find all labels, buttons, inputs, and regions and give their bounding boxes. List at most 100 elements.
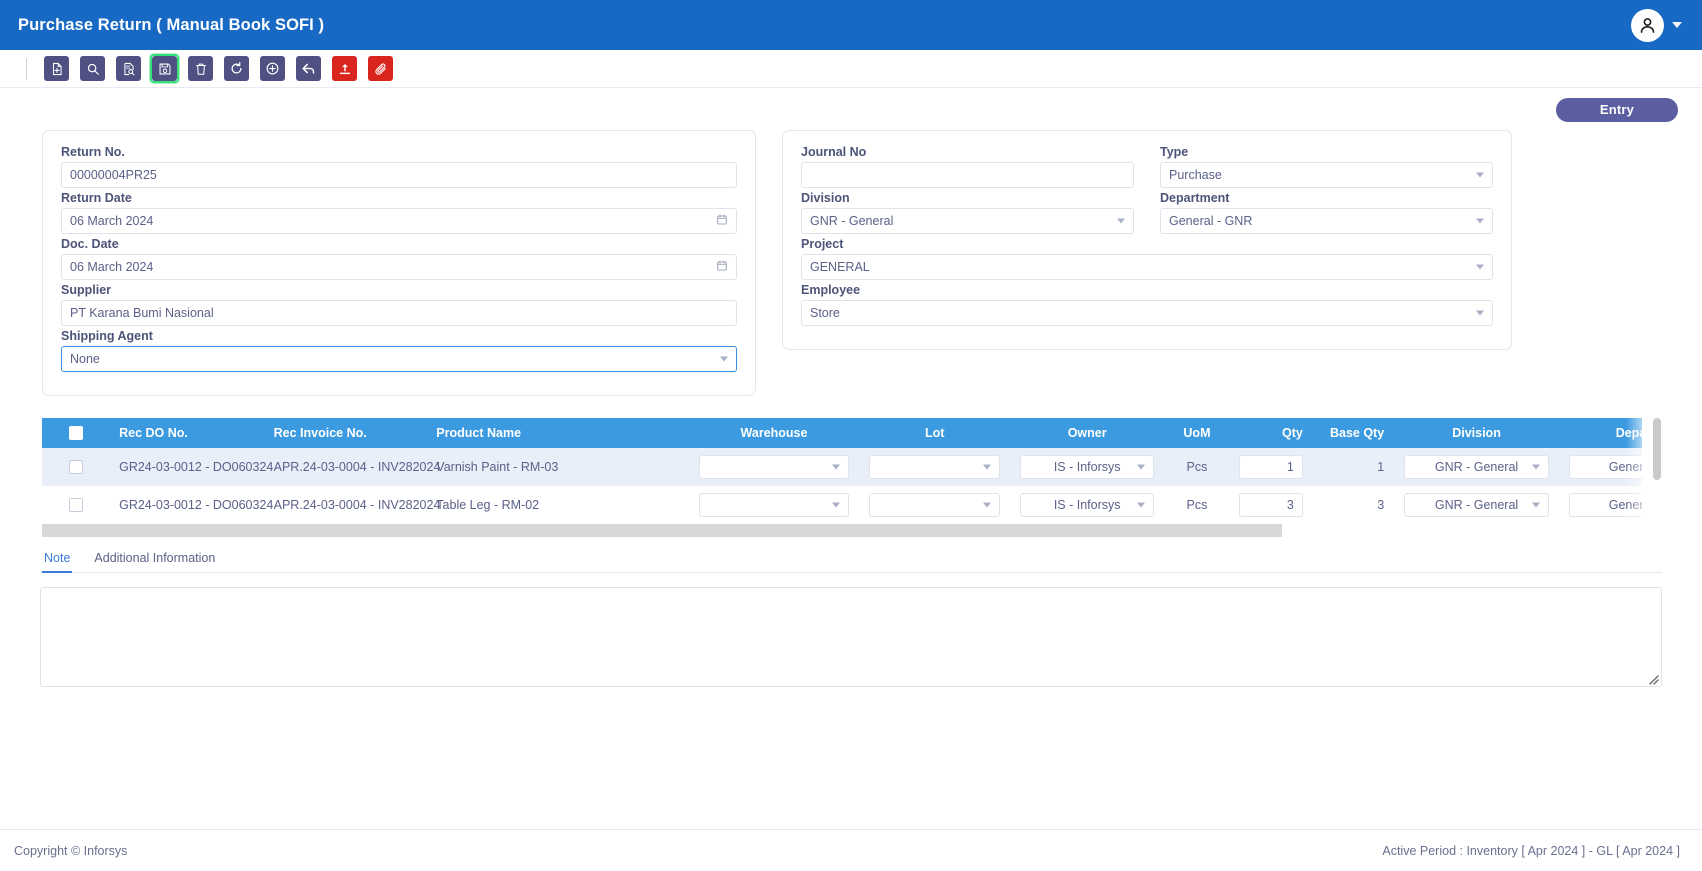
owner-select[interactable]: IS - Inforsys bbox=[1019, 493, 1155, 517]
lot-select[interactable] bbox=[869, 455, 1000, 479]
entry-button[interactable]: Entry bbox=[1556, 98, 1678, 122]
delete-button[interactable] bbox=[188, 56, 213, 81]
chevron-down-icon[interactable] bbox=[1117, 218, 1125, 224]
cell-department: General - GNR bbox=[1558, 448, 1642, 486]
line-items-grid: Rec DO No. Rec Invoice No. Product Name … bbox=[42, 418, 1662, 548]
save-button[interactable] bbox=[152, 56, 177, 81]
header-product-name[interactable]: Product Name bbox=[426, 418, 689, 448]
chevron-down-icon[interactable] bbox=[1531, 464, 1540, 470]
trash-icon bbox=[195, 63, 206, 75]
avatar[interactable] bbox=[1631, 8, 1664, 42]
department-select[interactable]: General - GNR bbox=[1568, 455, 1642, 479]
department-select[interactable]: General - GNR bbox=[1160, 208, 1493, 234]
doc-date-input[interactable]: 06 March 2024 bbox=[61, 254, 737, 280]
supplier-input[interactable]: PT Karana Bumi Nasional bbox=[61, 300, 737, 326]
note-textarea[interactable] bbox=[40, 587, 1662, 687]
attachment-button[interactable] bbox=[368, 56, 393, 81]
resize-handle-icon[interactable] bbox=[1647, 673, 1659, 685]
header-rec-invoice-no[interactable]: Rec Invoice No. bbox=[263, 418, 427, 448]
table-row[interactable]: GR24-03-0012 - DO060324 APR.24-03-0004 -… bbox=[42, 448, 1642, 486]
select-all-header bbox=[42, 418, 110, 448]
header-warehouse[interactable]: Warehouse bbox=[688, 418, 860, 448]
division-select[interactable]: GNR - General bbox=[1404, 455, 1549, 479]
shipping-agent-select[interactable]: None bbox=[61, 346, 737, 372]
chevron-down-icon[interactable] bbox=[1476, 310, 1484, 316]
chevron-down-icon[interactable] bbox=[1137, 502, 1146, 508]
owner-value: IS - Inforsys bbox=[1053, 460, 1121, 474]
chevron-down-icon[interactable] bbox=[720, 356, 728, 362]
warehouse-select[interactable] bbox=[698, 493, 850, 517]
calendar-icon[interactable] bbox=[716, 214, 728, 229]
scrollbar-thumb[interactable] bbox=[1653, 418, 1661, 480]
header-lot[interactable]: Lot bbox=[859, 418, 1010, 448]
return-no-input[interactable]: 00000004PR25 bbox=[61, 162, 737, 188]
return-no-value: 00000004PR25 bbox=[70, 168, 157, 182]
tab-additional-information[interactable]: Additional Information bbox=[92, 547, 217, 572]
grid-vertical-scrollbar[interactable] bbox=[1652, 418, 1662, 548]
chevron-down-icon[interactable] bbox=[1137, 464, 1146, 470]
refresh-button[interactable] bbox=[224, 56, 249, 81]
select-all-checkbox[interactable] bbox=[68, 426, 83, 441]
chevron-down-icon[interactable] bbox=[1476, 264, 1484, 270]
detail-tabs: Note Additional Information bbox=[40, 547, 1662, 573]
journal-no-input[interactable] bbox=[801, 162, 1134, 188]
owner-select[interactable]: IS - Inforsys bbox=[1019, 455, 1155, 479]
row-checkbox[interactable] bbox=[68, 498, 83, 513]
qty-input[interactable]: 1 bbox=[1239, 455, 1303, 479]
division-select[interactable]: GNR - General bbox=[801, 208, 1134, 234]
refresh-button-wrap bbox=[222, 54, 251, 83]
chevron-down-icon[interactable] bbox=[982, 464, 991, 470]
header-owner[interactable]: Owner bbox=[1009, 418, 1165, 448]
return-date-input[interactable]: 06 March 2024 bbox=[61, 208, 737, 234]
division-select[interactable]: GNR - General bbox=[1404, 493, 1549, 517]
calendar-icon[interactable] bbox=[716, 260, 728, 275]
header-department[interactable]: Department bbox=[1558, 418, 1642, 448]
search-button[interactable] bbox=[80, 56, 105, 81]
active-period-text: Active Period : Inventory [ Apr 2024 ] -… bbox=[1382, 843, 1680, 858]
project-select[interactable]: GENERAL bbox=[801, 254, 1493, 280]
field-type: Type Purchase bbox=[1160, 145, 1493, 188]
grid-horizontal-scrollbar[interactable] bbox=[42, 524, 1282, 537]
employee-select[interactable]: Store bbox=[801, 300, 1493, 326]
chevron-down-icon[interactable] bbox=[1476, 172, 1484, 178]
department-select[interactable]: General - GNR bbox=[1568, 493, 1642, 517]
browse-document-button-wrap bbox=[114, 54, 143, 83]
chevron-down-icon[interactable] bbox=[832, 502, 841, 508]
field-supplier: Supplier PT Karana Bumi Nasional bbox=[61, 283, 737, 326]
header-uom[interactable]: UoM bbox=[1164, 418, 1230, 448]
division-value: GNR - General bbox=[1434, 460, 1519, 474]
user-menu[interactable] bbox=[1631, 8, 1688, 42]
cell-base-qty: 3 bbox=[1312, 486, 1395, 524]
upload-button[interactable] bbox=[332, 56, 357, 81]
line-items-table: Rec DO No. Rec Invoice No. Product Name … bbox=[42, 418, 1642, 524]
chevron-down-icon[interactable] bbox=[982, 502, 991, 508]
browse-document-button[interactable] bbox=[116, 56, 141, 81]
header-rec-do-no[interactable]: Rec DO No. bbox=[109, 418, 264, 448]
new-document-button-wrap bbox=[42, 54, 71, 83]
cell-division: GNR - General bbox=[1394, 448, 1559, 486]
table-row[interactable]: GR24-03-0012 - DO060324 APR.24-03-0004 -… bbox=[42, 486, 1642, 524]
chevron-down-icon[interactable] bbox=[1476, 218, 1484, 224]
header-division[interactable]: Division bbox=[1394, 418, 1559, 448]
back-button[interactable] bbox=[296, 56, 321, 81]
page-title: Purchase Return ( Manual Book SOFI ) bbox=[18, 15, 325, 34]
qty-input[interactable]: 3 bbox=[1239, 493, 1303, 517]
warehouse-select[interactable] bbox=[698, 455, 850, 479]
chevron-down-icon[interactable] bbox=[832, 464, 841, 470]
grid-viewport: Rec DO No. Rec Invoice No. Product Name … bbox=[42, 418, 1642, 537]
chevron-down-icon[interactable] bbox=[1672, 22, 1682, 28]
lot-select[interactable] bbox=[869, 493, 1000, 517]
tab-note[interactable]: Note bbox=[42, 547, 73, 573]
type-select[interactable]: Purchase bbox=[1160, 162, 1493, 188]
upload-icon bbox=[339, 63, 350, 74]
cell-warehouse bbox=[688, 486, 860, 524]
header-base-qty[interactable]: Base Qty bbox=[1312, 418, 1395, 448]
status-bar: Copyright © Inforsys Active Period : Inv… bbox=[0, 829, 1702, 871]
chevron-down-icon[interactable] bbox=[1531, 502, 1540, 508]
add-circle-button[interactable] bbox=[260, 56, 285, 81]
header-qty[interactable]: Qty bbox=[1229, 418, 1313, 448]
cell-rec-do-no: GR24-03-0012 - DO060324 bbox=[109, 486, 273, 524]
new-document-button[interactable] bbox=[44, 56, 69, 81]
row-checkbox[interactable] bbox=[68, 460, 83, 475]
cell-owner: IS - Inforsys bbox=[1009, 448, 1165, 486]
